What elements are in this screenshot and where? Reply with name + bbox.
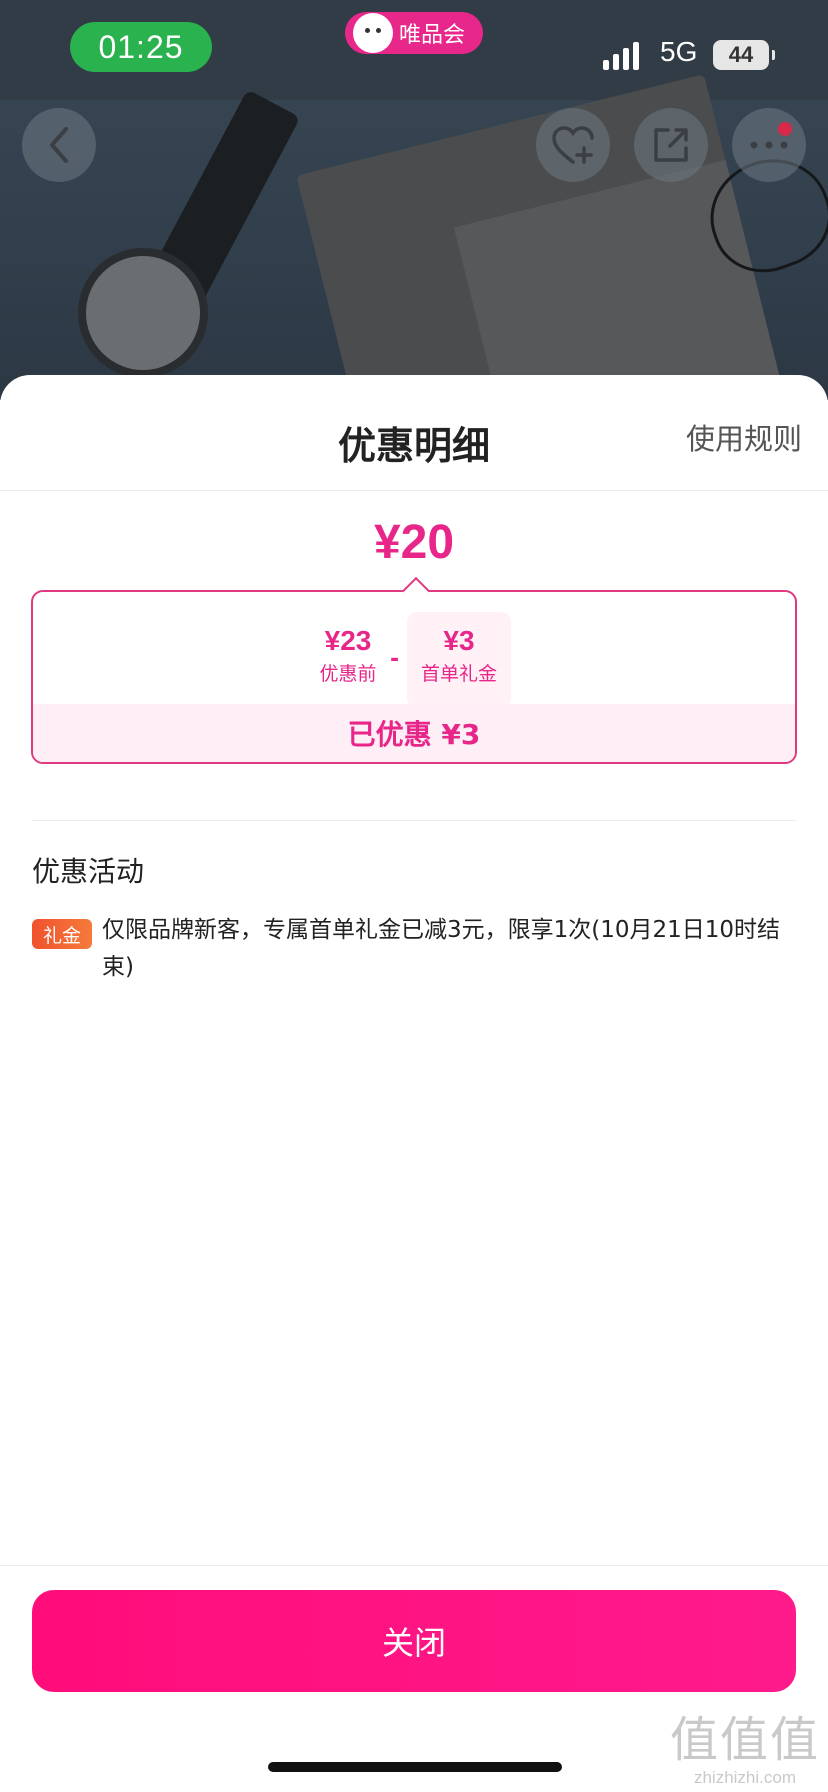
header-divider <box>0 490 828 491</box>
original-price-amount: ¥23 <box>324 625 372 656</box>
more-icon <box>750 141 788 149</box>
first-order-gift-item: ¥3 首单礼金 <box>407 612 511 708</box>
watermark-url: zhizhizhi.com <box>693 1768 797 1787</box>
share-icon <box>654 128 688 162</box>
usage-rules-link[interactable]: 使用规则 <box>686 416 802 458</box>
site-watermark: 值值值 zhizhizhi.com <box>670 1712 820 1788</box>
product-photo-watch-face <box>78 248 208 378</box>
favorite-button[interactable] <box>536 108 610 182</box>
more-button[interactable] <box>732 108 806 182</box>
battery-icon: 44 <box>713 40 775 70</box>
watermark-logo: 值值值 <box>669 1712 820 1768</box>
section-divider <box>32 820 796 821</box>
favorite-add-icon <box>552 126 594 164</box>
status-time: 01:25 <box>70 22 212 72</box>
original-price-label: 优惠前 <box>319 663 377 685</box>
app-name: 唯品会 <box>399 23 466 48</box>
minus-sign: - <box>390 647 400 672</box>
footer-divider <box>0 1565 828 1566</box>
close-button[interactable]: 关闭 <box>32 1590 796 1692</box>
gift-money-tag: 礼金 <box>32 919 92 949</box>
price-breakdown-card: ¥23 优惠前 - ¥3 首单礼金 已优惠 ¥3 <box>31 590 797 764</box>
back-button[interactable] <box>22 108 96 182</box>
network-type: 5G <box>660 36 698 67</box>
gift-amount: ¥3 <box>443 625 475 656</box>
back-icon <box>50 127 68 163</box>
final-price: ¥20 <box>373 516 455 569</box>
activity-description: 仅限品牌新客，专属首单礼金已减3元，限享1次(10月21日10时结束) <box>102 917 781 980</box>
battery-level: 44 <box>728 42 754 67</box>
share-button[interactable] <box>634 108 708 182</box>
gift-label: 首单礼金 <box>420 663 497 685</box>
discount-detail-sheet: 优惠明细 使用规则 ¥20 ¥23 优惠前 - ¥3 首单礼金 已优惠 ¥3 优… <box>0 375 828 1792</box>
original-price-item: ¥23 优惠前 <box>303 624 393 688</box>
activity-section-title: 优惠活动 <box>32 855 145 888</box>
app-mascot-icon <box>353 13 393 53</box>
app-return-pill[interactable]: 唯品会 <box>345 12 483 54</box>
home-indicator <box>268 1762 562 1772</box>
signal-icon <box>603 40 639 70</box>
saved-amount-bar: 已优惠 ¥3 <box>33 704 795 762</box>
notification-dot <box>778 122 792 136</box>
